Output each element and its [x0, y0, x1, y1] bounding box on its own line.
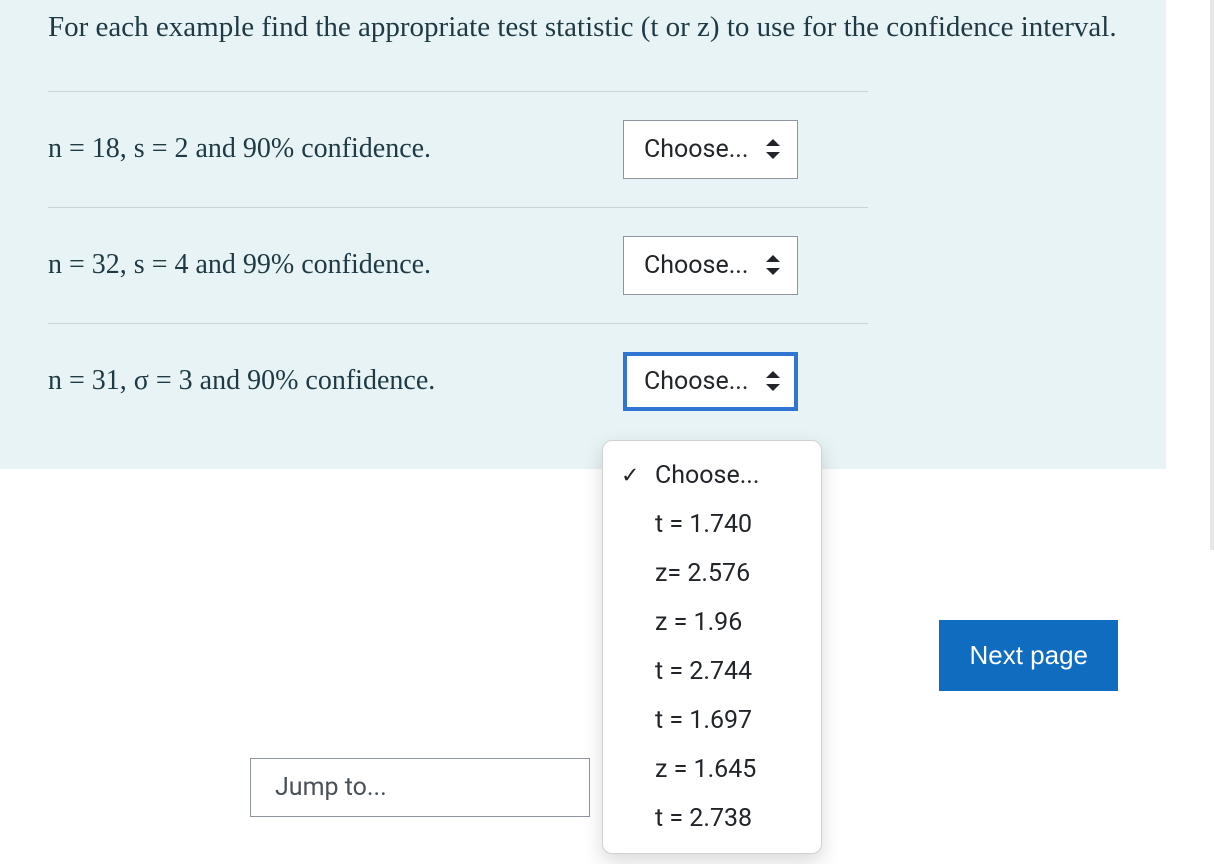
sort-icon: [766, 255, 780, 275]
jump-to-select[interactable]: Jump to...: [250, 758, 590, 817]
dropdown-option[interactable]: t = 2.744: [603, 647, 821, 696]
dropdown-option[interactable]: z = 1.645: [603, 745, 821, 794]
answer-select-value: Choose...: [644, 367, 749, 396]
dropdown-option-label: t = 2.744: [655, 657, 752, 686]
question-panel: For each example find the appropriate te…: [0, 0, 1166, 469]
answer-select-wrap: Choose...: [623, 120, 798, 179]
dropdown-option[interactable]: t = 1.740: [603, 500, 821, 549]
dropdown-option[interactable]: t = 1.697: [603, 696, 821, 745]
answer-select-wrap: Choose...: [623, 352, 798, 411]
answer-select-value: Choose...: [644, 251, 749, 280]
dropdown-option[interactable]: z= 2.576: [603, 549, 821, 598]
answer-select-wrap: Choose...: [623, 236, 798, 295]
dropdown-option-label: t = 1.697: [655, 706, 752, 735]
table-row: n = 18, s = 2 and 90% confidence. Choose…: [48, 91, 868, 207]
scrollbar-track: [1210, 0, 1214, 550]
answer-select[interactable]: Choose...: [623, 236, 798, 295]
answer-select[interactable]: Choose...: [623, 120, 798, 179]
matching-table: n = 18, s = 2 and 90% confidence. Choose…: [48, 91, 868, 439]
dropdown-option-label: z= 2.576: [655, 559, 750, 588]
answer-dropdown-menu: ✓ Choose... t = 1.740 z= 2.576 z = 1.96 …: [602, 440, 822, 854]
next-page-button[interactable]: Next page: [939, 620, 1118, 691]
sort-icon: [766, 371, 780, 391]
row-prompt: n = 31, σ = 3 and 90% confidence.: [48, 365, 623, 397]
dropdown-option[interactable]: ✓ Choose...: [603, 451, 821, 500]
dropdown-option-label: Choose...: [655, 461, 760, 490]
dropdown-option-label: z = 1.645: [655, 755, 756, 784]
dropdown-option-label: t = 1.740: [655, 510, 752, 539]
dropdown-option[interactable]: t = 2.738: [603, 794, 821, 843]
row-prompt: n = 32, s = 4 and 99% confidence.: [48, 249, 623, 281]
dropdown-option-label: t = 2.738: [655, 804, 752, 833]
jump-to-label: Jump to...: [275, 773, 387, 802]
sort-icon: [766, 139, 780, 159]
check-icon: ✓: [621, 463, 639, 488]
answer-select[interactable]: Choose...: [623, 352, 798, 411]
table-row: n = 32, s = 4 and 99% confidence. Choose…: [48, 207, 868, 323]
dropdown-option-label: z = 1.96: [655, 608, 742, 637]
row-prompt: n = 18, s = 2 and 90% confidence.: [48, 133, 623, 165]
table-row: n = 31, σ = 3 and 90% confidence. Choose…: [48, 323, 868, 439]
dropdown-option[interactable]: z = 1.96: [603, 598, 821, 647]
question-prompt: For each example find the appropriate te…: [48, 4, 1118, 51]
answer-select-value: Choose...: [644, 135, 749, 164]
